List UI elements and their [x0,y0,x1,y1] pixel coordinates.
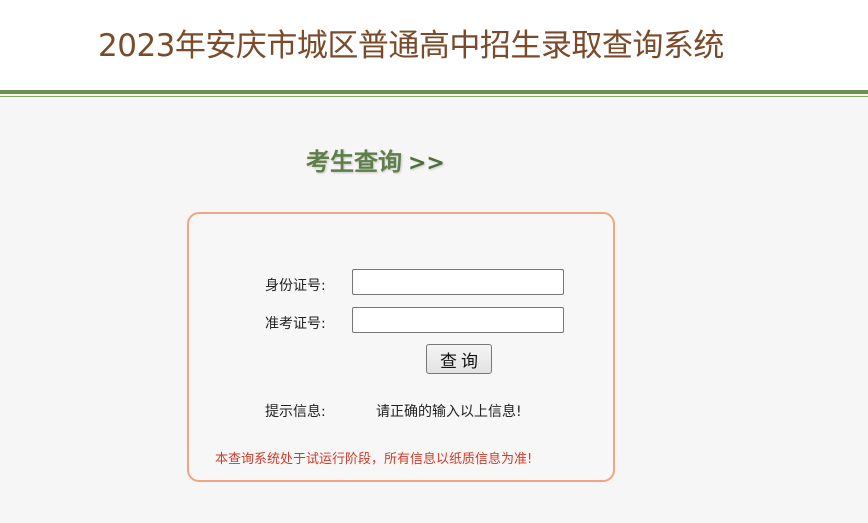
query-panel: 身份证号: 准考证号: 查询 提示信息: 请正确的输入以上信息! 本查询系统处于… [187,212,615,482]
id-number-label: 身份证号: [265,278,326,294]
section-title-text: 考生查询 [306,148,402,176]
page-title: 2023年安庆市城区普通高中招生录取查询系统 [98,28,724,64]
exam-number-input[interactable] [352,307,564,333]
hint-message: 请正确的输入以上信息! [376,404,522,420]
header-divider [0,90,868,94]
header-divider-thin [0,96,868,97]
trial-notice: 本查询系统处于试运行阶段，所有信息以纸质信息为准! [215,452,533,467]
query-button[interactable]: 查询 [426,344,492,374]
section-title: 考生查询 >> [306,146,445,180]
id-number-input[interactable] [352,269,564,295]
exam-number-label: 准考证号: [265,316,326,332]
double-arrow-icon: >> [408,151,445,176]
page-header: 2023年安庆市城区普通高中招生录取查询系统 [0,0,868,90]
hint-label: 提示信息: [265,404,326,420]
